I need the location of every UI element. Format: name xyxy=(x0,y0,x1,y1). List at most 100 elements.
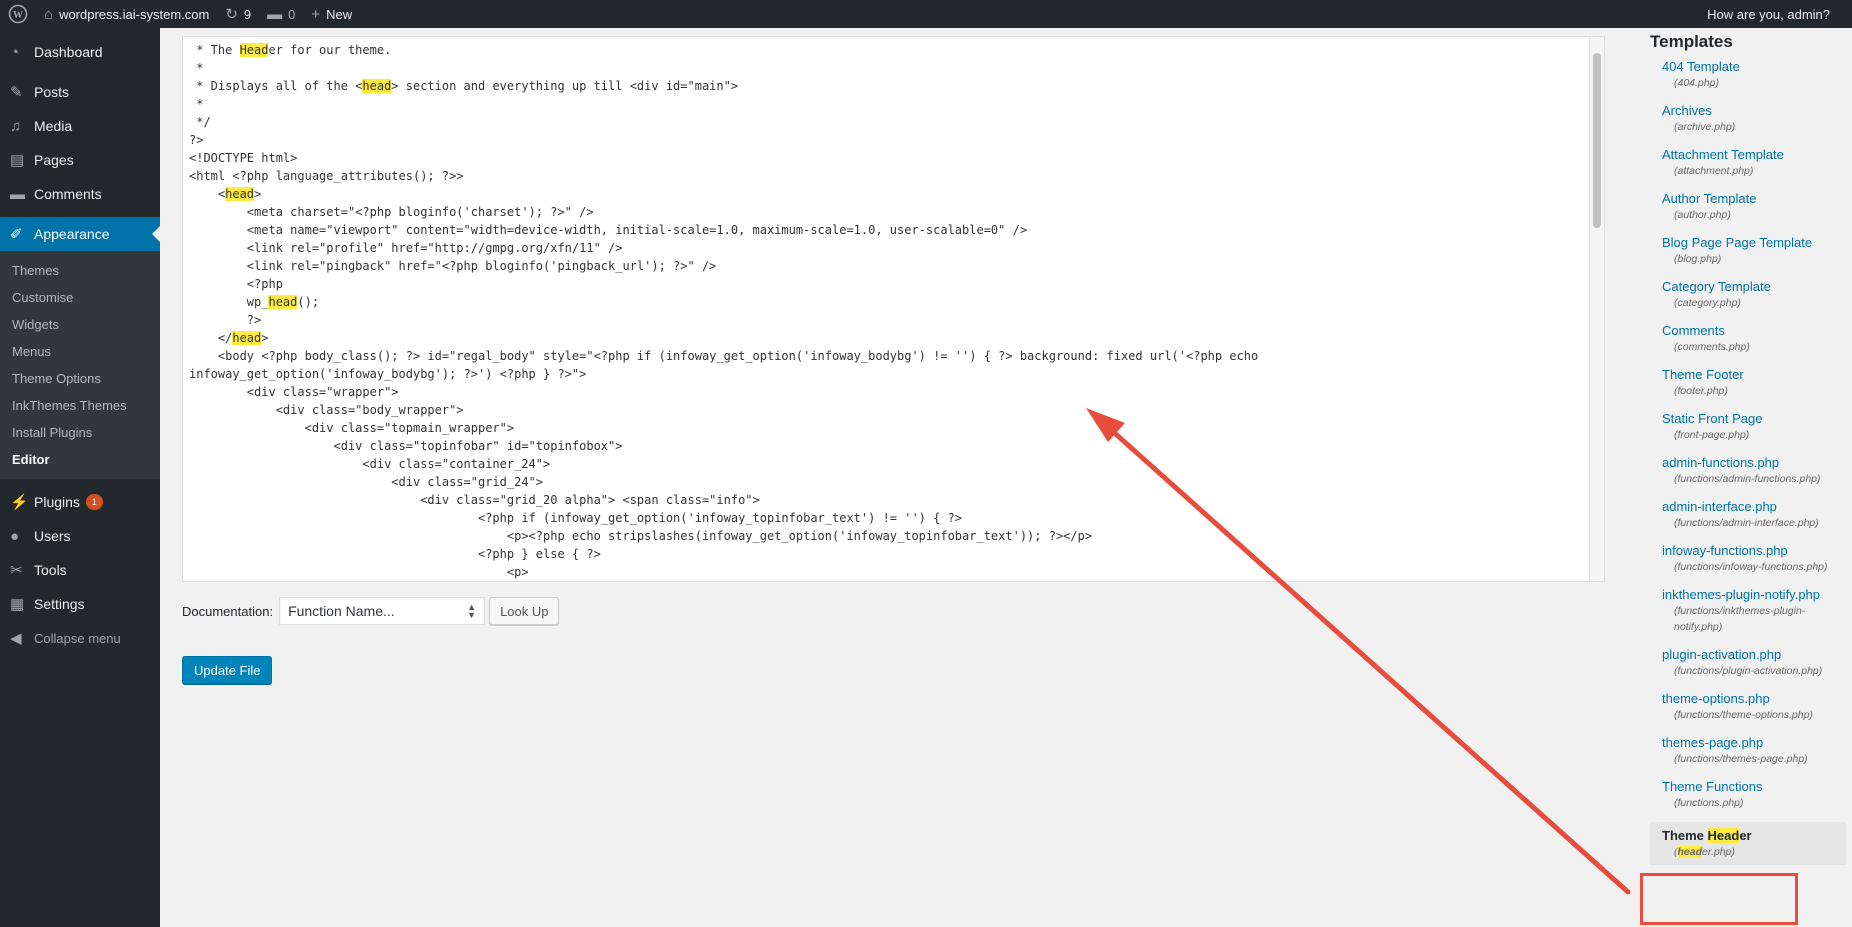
submenu-item-widgets[interactable]: Widgets xyxy=(0,311,160,338)
menu-item-comments[interactable]: ▬ Comments xyxy=(0,177,160,211)
menu-label: Media xyxy=(34,118,73,134)
template-file: (footer.php) xyxy=(1674,385,1728,397)
template-item[interactable]: Static Front Page (front-page.php) xyxy=(1662,410,1848,443)
template-file: (archive.php) xyxy=(1674,121,1736,133)
menu-item-dashboard[interactable]: ◔ Dashboard xyxy=(0,35,160,69)
template-item[interactable]: Author Template (author.php) xyxy=(1662,190,1848,223)
code-line: * xyxy=(189,61,204,75)
template-item[interactable]: Attachment Template (attachment.php) xyxy=(1662,146,1848,179)
scrollbar-thumb[interactable] xyxy=(1593,53,1601,228)
code-line: <meta name="viewport" content="width=dev… xyxy=(189,223,1028,237)
template-item[interactable]: Comments (comments.php) xyxy=(1662,322,1848,355)
code-line: <div class="container_24"> xyxy=(189,457,551,471)
code-line: <?php xyxy=(189,277,283,291)
template-item[interactable]: inkthemes-plugin-notify.php (functions/in… xyxy=(1662,586,1848,635)
menu-label: Collapse menu xyxy=(34,630,121,646)
template-file: (blog.php) xyxy=(1674,253,1722,265)
new-content-link[interactable]: + New xyxy=(303,0,360,28)
wordpress-logo-icon[interactable]: W xyxy=(0,0,36,28)
template-name: Attachment Template xyxy=(1662,147,1784,162)
template-name: 404 Template xyxy=(1662,59,1740,74)
collapse-menu-button[interactable]: ◀ Collapse menu xyxy=(0,621,160,655)
menu-label: Pages xyxy=(34,152,74,168)
menu-item-plugins[interactable]: ⚡ Plugins 1 xyxy=(0,485,160,519)
template-file: (functions.php) xyxy=(1674,797,1744,809)
code-line: <div class="topinfobar" id="topinfobox"> xyxy=(189,439,623,453)
theme-code-editor[interactable]: * The Header for our theme. * * Displays… xyxy=(182,36,1605,582)
greeting-label: How are you, admin? xyxy=(1707,6,1830,22)
template-item[interactable]: Category Template (category.php) xyxy=(1662,278,1848,311)
template-item[interactable]: Blog Page Page Template (blog.php) xyxy=(1662,234,1848,267)
code-line: */ xyxy=(189,115,211,129)
submenu-item-inkthemes-themes[interactable]: InkThemes Themes xyxy=(0,392,160,419)
lookup-button[interactable]: Look Up xyxy=(489,597,560,625)
code-line: <html <?php language_attributes(); ?>> xyxy=(189,169,464,183)
new-label: New xyxy=(326,6,353,22)
menu-item-posts[interactable]: ✎ Posts xyxy=(0,75,160,109)
user-greeting[interactable]: How are you, admin? xyxy=(1699,0,1838,28)
submenu-item-theme-options[interactable]: Theme Options xyxy=(0,365,160,392)
svg-text:W: W xyxy=(13,10,23,21)
template-item[interactable]: infoway-functions.php (functions/infoway-… xyxy=(1662,542,1848,575)
appearance-submenu: Themes Customise Widgets Menus Theme Opt… xyxy=(0,251,160,479)
code-line: <div class="grid_24"> xyxy=(189,475,544,489)
menu-item-appearance[interactable]: ✐ Appearance xyxy=(0,217,160,251)
template-name: theme-options.php xyxy=(1662,691,1770,706)
template-item[interactable]: theme-options.php (functions/theme-option… xyxy=(1662,690,1848,723)
comments-count: 0 xyxy=(288,6,296,22)
pages-icon: ▤ xyxy=(10,152,25,169)
code-line: <head> xyxy=(189,187,262,201)
template-item[interactable]: Theme Footer (footer.php) xyxy=(1662,366,1848,399)
template-item[interactable]: Archives (archive.php) xyxy=(1662,102,1848,135)
submenu-item-menus[interactable]: Menus xyxy=(0,338,160,365)
template-item[interactable]: 404 Template (404.php) xyxy=(1662,58,1848,91)
code-content[interactable]: * The Header for our theme. * * Displays… xyxy=(189,41,1569,581)
template-name: Category Template xyxy=(1662,279,1771,294)
template-item[interactable]: Theme Functions (functions.php) xyxy=(1662,778,1848,811)
site-name-link[interactable]: ⌂ wordpress.iai-system.com xyxy=(36,0,217,28)
template-item[interactable]: themes-page.php (functions/themes-page.ph… xyxy=(1662,734,1848,767)
template-name: Blog Page Page Template xyxy=(1662,235,1813,250)
menu-item-media[interactable]: ♫ Media xyxy=(0,109,160,143)
menu-item-tools[interactable]: ✂ Tools xyxy=(0,553,160,587)
update-file-button[interactable]: Update File xyxy=(182,656,273,684)
comments-link[interactable]: ▬ 0 xyxy=(259,0,303,28)
pin-icon: ✎ xyxy=(10,84,23,101)
template-file: (functions/infoway-functions.php) xyxy=(1674,561,1828,573)
menu-label: Settings xyxy=(34,596,85,612)
comment-bubble-icon: ▬ xyxy=(267,5,283,23)
submenu-item-themes[interactable]: Themes xyxy=(0,257,160,284)
template-name: inkthemes-plugin-notify.php xyxy=(1662,587,1821,602)
template-name: plugin-activation.php xyxy=(1662,647,1782,662)
submenu-item-install-plugins[interactable]: Install Plugins xyxy=(0,419,160,446)
submenu-item-customise[interactable]: Customise xyxy=(0,284,160,311)
updates-count: 9 xyxy=(243,6,252,22)
code-line: <div class="topmain_wrapper"> xyxy=(189,421,515,435)
site-name-label: wordpress.iai-system.com xyxy=(59,6,210,22)
plug-icon: ⚡ xyxy=(10,494,29,511)
menu-item-settings[interactable]: ▦ Settings xyxy=(0,587,160,621)
menu-label: Users xyxy=(34,528,71,544)
code-line: <body <?php body_class(); ?> id="regal_b… xyxy=(189,349,1259,363)
function-name-select[interactable]: Function Name... ▲ ▼ xyxy=(279,597,486,625)
template-item-current[interactable]: Theme Header (header.php) xyxy=(1650,822,1846,865)
menu-label: Appearance xyxy=(34,226,110,242)
template-item[interactable]: admin-interface.php (functions/admin-inte… xyxy=(1662,498,1848,531)
updates-link[interactable]: ↻ 9 xyxy=(217,0,259,28)
updates-icon: ↻ xyxy=(225,5,238,23)
editor-scrollbar[interactable] xyxy=(1589,37,1604,581)
code-line: <?php } else { ?> xyxy=(189,547,601,561)
template-name: Comments xyxy=(1662,323,1725,338)
menu-item-users[interactable]: ● Users xyxy=(0,519,160,553)
submenu-item-editor[interactable]: Editor xyxy=(0,446,160,473)
template-file: (functions/inkthemes-plugin-notify.php) xyxy=(1674,605,1806,633)
documentation-label: Documentation: xyxy=(182,603,274,619)
template-item[interactable]: admin-functions.php (functions/admin-func… xyxy=(1662,454,1848,487)
template-item[interactable]: plugin-activation.php (functions/plugin-a… xyxy=(1662,646,1848,679)
menu-item-pages[interactable]: ▤ Pages xyxy=(0,143,160,177)
template-name: Theme Footer xyxy=(1662,367,1744,382)
code-line: <div class="grid_20 alpha"> <span class=… xyxy=(189,493,760,507)
template-file: (category.php) xyxy=(1674,297,1741,309)
code-line: ?> xyxy=(189,133,204,147)
code-line: <div class="body_wrapper"> xyxy=(189,403,464,417)
